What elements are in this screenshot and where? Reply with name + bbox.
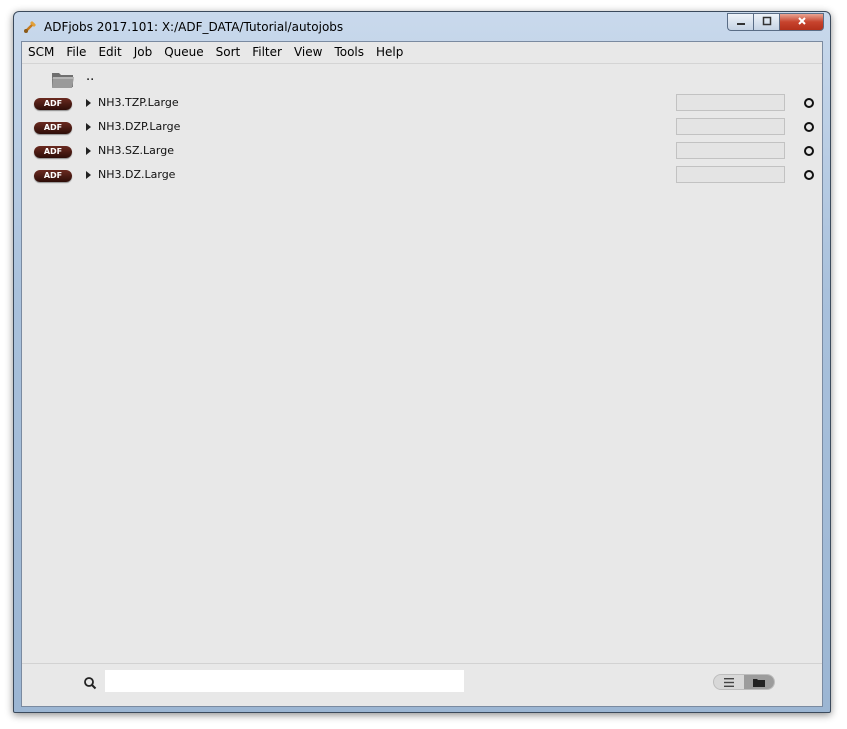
window-title: ADFjobs 2017.101: X:/ADF_DATA/Tutorial/a… bbox=[44, 20, 344, 34]
menu-help[interactable]: Help bbox=[370, 42, 409, 63]
expand-caret-icon[interactable] bbox=[86, 171, 91, 179]
app-window: ADFjobs 2017.101: X:/ADF_DATA/Tutorial/a… bbox=[13, 11, 831, 713]
expand-caret-icon[interactable] bbox=[86, 147, 91, 155]
job-name: NH3.DZP.Large bbox=[98, 120, 181, 133]
job-list: .. ADF NH3.TZP.Large ADF NH3.DZP.Large A… bbox=[22, 64, 822, 706]
folder-view-button[interactable] bbox=[744, 675, 774, 689]
job-name: NH3.DZ.Large bbox=[98, 168, 176, 181]
title-bar[interactable]: ADFjobs 2017.101: X:/ADF_DATA/Tutorial/a… bbox=[14, 12, 830, 42]
search-icon bbox=[84, 677, 97, 690]
menu-tools[interactable]: Tools bbox=[328, 42, 370, 63]
close-icon bbox=[797, 15, 807, 29]
list-view-button[interactable] bbox=[714, 675, 744, 689]
folder-icon bbox=[52, 73, 74, 88]
menu-file[interactable]: File bbox=[60, 42, 92, 63]
window-controls bbox=[727, 13, 824, 32]
maximize-button[interactable] bbox=[753, 13, 779, 31]
parent-folder-row[interactable]: .. bbox=[22, 66, 822, 90]
search-input[interactable] bbox=[105, 670, 464, 692]
scm-app-icon bbox=[24, 21, 36, 33]
folder-view-icon bbox=[753, 678, 765, 687]
job-name: NH3.SZ.Large bbox=[98, 144, 174, 157]
job-status-field bbox=[676, 142, 785, 159]
menu-edit[interactable]: Edit bbox=[92, 42, 127, 63]
menu-view[interactable]: View bbox=[288, 42, 328, 63]
menu-queue[interactable]: Queue bbox=[158, 42, 209, 63]
job-status-field bbox=[676, 94, 785, 111]
job-status-circle-icon[interactable] bbox=[804, 170, 814, 180]
menu-filter[interactable]: Filter bbox=[246, 42, 288, 63]
job-status-circle-icon[interactable] bbox=[804, 122, 814, 132]
job-status-circle-icon[interactable] bbox=[804, 98, 814, 108]
view-toggle[interactable] bbox=[713, 674, 775, 690]
adf-badge[interactable]: ADF bbox=[34, 146, 72, 158]
maximize-icon bbox=[762, 16, 772, 29]
job-name: NH3.TZP.Large bbox=[98, 96, 179, 109]
job-row[interactable]: ADF NH3.DZ.Large bbox=[22, 164, 822, 188]
menu-bar: SCM File Edit Job Queue Sort Filter View… bbox=[22, 42, 822, 64]
minimize-button[interactable] bbox=[727, 13, 753, 31]
expand-caret-icon[interactable] bbox=[86, 123, 91, 131]
menu-scm[interactable]: SCM bbox=[22, 42, 60, 63]
close-button[interactable] bbox=[779, 13, 824, 31]
job-row[interactable]: ADF NH3.DZP.Large bbox=[22, 116, 822, 140]
list-view-icon bbox=[724, 677, 734, 687]
client-area: SCM File Edit Job Queue Sort Filter View… bbox=[21, 41, 823, 707]
menu-job[interactable]: Job bbox=[128, 42, 159, 63]
menu-sort[interactable]: Sort bbox=[210, 42, 247, 63]
expand-caret-icon[interactable] bbox=[86, 99, 91, 107]
job-row[interactable]: ADF NH3.SZ.Large bbox=[22, 140, 822, 164]
parent-folder-label: .. bbox=[86, 69, 95, 84]
adf-badge[interactable]: ADF bbox=[34, 122, 72, 134]
minimize-icon bbox=[736, 16, 746, 29]
job-status-circle-icon[interactable] bbox=[804, 146, 814, 156]
job-status-field bbox=[676, 166, 785, 183]
adf-badge[interactable]: ADF bbox=[34, 98, 72, 110]
adf-badge[interactable]: ADF bbox=[34, 170, 72, 182]
job-row[interactable]: ADF NH3.TZP.Large bbox=[22, 92, 822, 116]
job-status-field bbox=[676, 118, 785, 135]
bottom-toolbar bbox=[22, 663, 822, 706]
